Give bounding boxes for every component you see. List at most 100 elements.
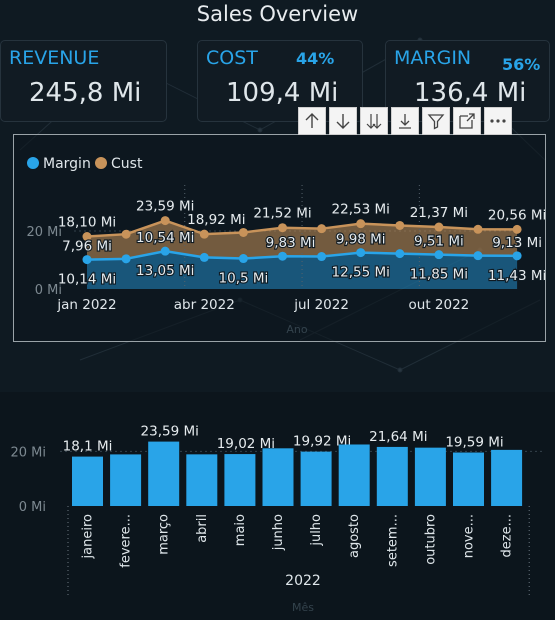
cust-data-label: 9,51 Mi <box>414 234 464 250</box>
bar <box>224 454 256 506</box>
revenue-value: 245,8 Mi <box>29 78 142 108</box>
year-label: 2022 <box>285 573 321 589</box>
more-options-icon[interactable] <box>484 107 512 135</box>
cust-point <box>238 227 248 237</box>
cost-label: COST <box>206 47 258 69</box>
margin-point <box>278 251 287 261</box>
total-data-label: 18,10 Mi <box>58 215 116 231</box>
arrow-up-icon[interactable] <box>298 107 326 135</box>
margin-data-label: 12,55 Mi <box>332 265 390 281</box>
margin-data-label: 13,05 Mi <box>136 263 194 279</box>
bar-data-label: 21,64 Mi <box>369 429 427 445</box>
x-axis-title: Ano <box>286 323 307 336</box>
total-data-label: 20,56 Mi <box>488 207 545 223</box>
bar-category-label: setem... <box>385 514 400 567</box>
total-data-label: 23,59 Mi <box>136 199 194 215</box>
cost-percent: 44% <box>296 49 335 68</box>
arrow-down-icon[interactable] <box>329 107 357 135</box>
margin-point <box>160 246 170 256</box>
cust-point <box>395 220 405 230</box>
margin-point <box>317 252 327 262</box>
margin-point <box>473 251 483 261</box>
cust-point <box>121 229 131 239</box>
bar <box>453 452 484 506</box>
total-data-label: 22,53 Mi <box>332 202 390 218</box>
cust-data-label: 10,54 Mi <box>136 230 194 246</box>
legend-margin-label: Margin <box>43 156 91 172</box>
bar-category-label: maio <box>233 514 248 546</box>
margin-point <box>82 255 92 265</box>
visual-toolbar <box>298 107 512 135</box>
bar <box>110 454 142 506</box>
bar-category-label: fevere... <box>119 514 134 568</box>
line-chart-svg: Margin Cust20 Mi0 Mi18,10 Mi23,59 Mi18,92… <box>26 156 547 336</box>
cust-point <box>473 224 483 234</box>
margin-point <box>356 248 366 258</box>
margin-point <box>512 251 522 261</box>
cust-point <box>317 224 327 234</box>
y-tick-label: 0 Mi <box>19 500 46 515</box>
x-tick-label: abr 2022 <box>174 297 235 313</box>
bar-category-label: agosto <box>347 514 362 558</box>
x-tick-label: jan 2022 <box>56 297 116 313</box>
margin-data-label: 11,43 Mi <box>488 268 545 284</box>
filter-icon[interactable] <box>422 107 450 135</box>
margin-data-label: 10,14 Mi <box>58 272 116 288</box>
margin-point <box>199 252 209 262</box>
bar <box>300 451 332 506</box>
bar <box>376 446 408 506</box>
bar-category-label: março <box>157 514 172 555</box>
bar-data-label: 23,59 Mi <box>141 424 199 440</box>
legend-cust-label: Cust <box>111 156 143 172</box>
cust-point <box>356 219 366 229</box>
cust-point <box>512 224 522 234</box>
bar <box>262 448 294 506</box>
revenue-label: REVENUE <box>9 47 100 69</box>
bar <box>338 444 370 506</box>
bar-chart-svg: 20 Mi 0 Mi 18,1 Mi janeiro fevere... 23,59 Mi… <box>10 424 545 614</box>
revenue-card: REVENUE 245,8 Mi <box>0 40 167 122</box>
bar-category-label: janeiro <box>81 514 96 559</box>
focus-mode-icon[interactable] <box>453 107 481 135</box>
cust-data-label: 9,98 Mi <box>336 232 386 248</box>
bar-category-label: deze... <box>500 514 515 557</box>
y-tick-label: 20 Mi <box>26 225 62 240</box>
bar <box>414 447 446 506</box>
expand-hierarchy-icon[interactable] <box>391 107 419 135</box>
bar-data-label: 18,1 Mi <box>63 439 113 455</box>
margin-value: 136,4 Mi <box>414 78 527 108</box>
x-tick-label: jul 2022 <box>293 297 349 313</box>
margin-point <box>395 249 405 259</box>
margin-data-label: 11,85 Mi <box>410 267 468 283</box>
cost-value: 109,4 Mi <box>226 78 339 108</box>
cust-point <box>434 222 444 232</box>
margin-label: MARGIN <box>394 47 472 69</box>
margin-percent: 56% <box>502 55 541 74</box>
cust-data-label: 7,96 Mi <box>62 239 112 255</box>
cust-data-label: 9,83 Mi <box>266 235 316 251</box>
bar-category-label: julho <box>309 514 324 547</box>
margin-point <box>121 254 131 264</box>
total-data-label: 18,92 Mi <box>187 212 245 228</box>
total-data-label: 21,52 Mi <box>253 206 311 222</box>
margin-point <box>238 254 248 264</box>
cust-point <box>160 216 170 226</box>
bar-category-label: nove... <box>462 514 477 558</box>
y-tick-label: 20 Mi <box>10 445 46 460</box>
bar-category-label: abril <box>195 514 210 543</box>
bar <box>148 441 180 506</box>
bar <box>491 449 523 506</box>
monthly-bar-chart[interactable]: 20 Mi 0 Mi 18,1 Mi janeiro fevere... 23,59 Mi… <box>0 392 555 620</box>
margin-cost-line-chart[interactable]: Margin Cust 20 Mi 0 Mi 18,10 Mi 23,59 Mi 18,92… <box>13 134 547 342</box>
bar-category-label: junho <box>271 514 286 551</box>
cust-data-label: 9,13 Mi <box>492 235 542 251</box>
margin-point <box>434 250 444 260</box>
bar <box>72 456 103 506</box>
bar-data-label: 19,59 Mi <box>445 435 503 451</box>
page-title: Sales Overview <box>196 2 359 26</box>
bar-category-label: outubro <box>423 514 438 565</box>
margin-data-label: 10,5 Mi <box>219 271 269 287</box>
cust-point <box>278 223 287 233</box>
legend-margin-marker <box>27 157 39 169</box>
double-arrow-down-icon[interactable] <box>360 107 388 135</box>
